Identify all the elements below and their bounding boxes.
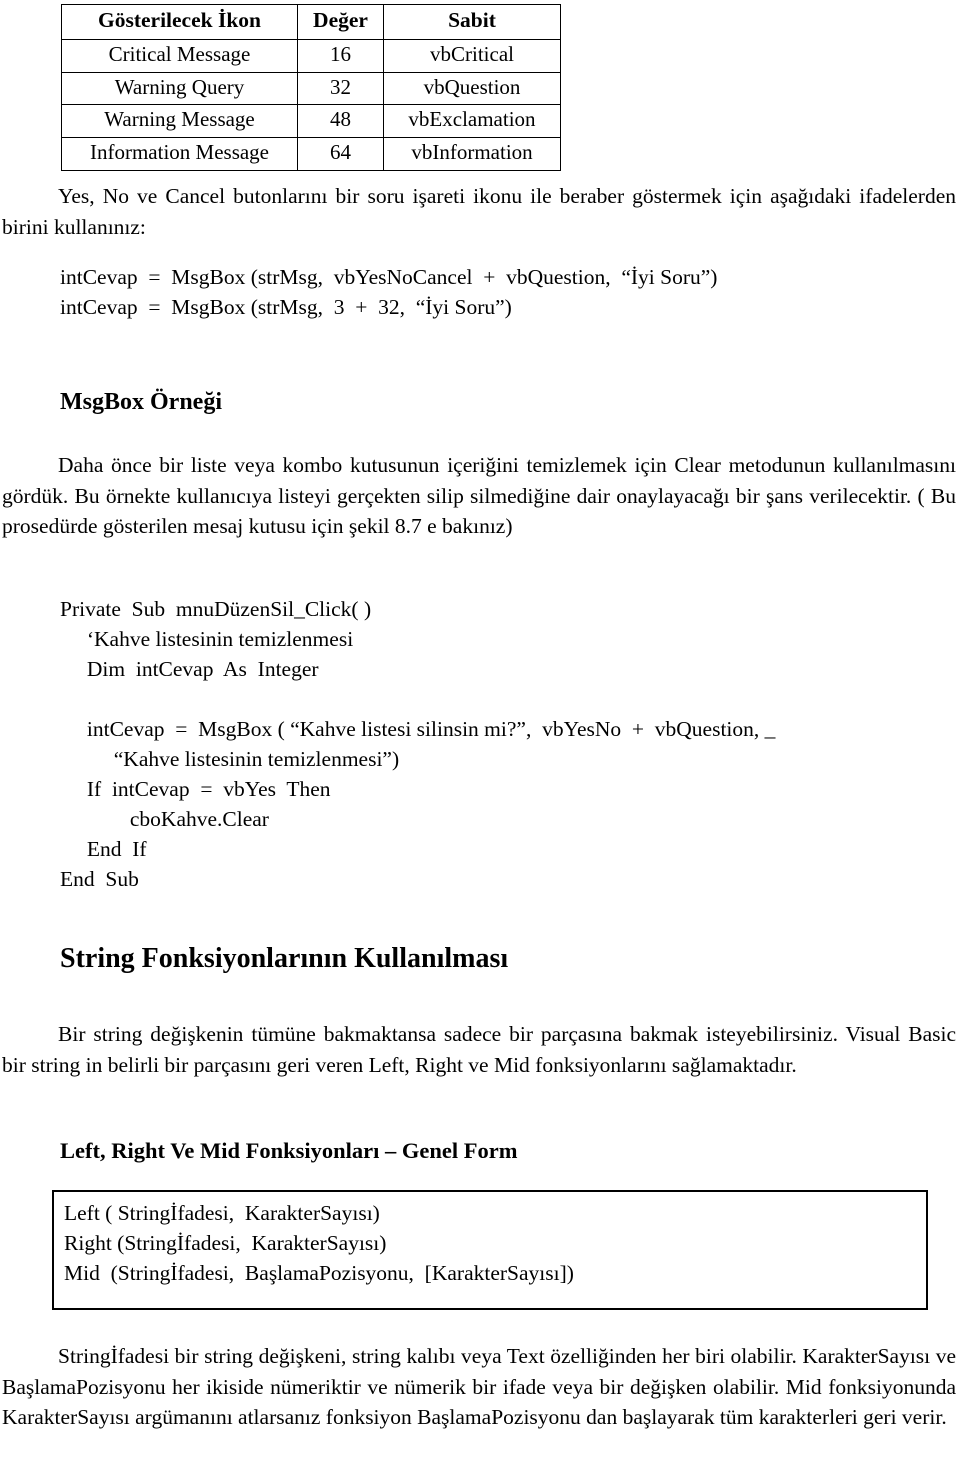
table-row: Information Message 64 vbInformation — [61, 137, 561, 172]
syntax-box: Left ( Stringİfadesi, KarakterSayısı) Ri… — [52, 1190, 928, 1310]
table-row: Warning Query 32 vbQuestion — [61, 71, 561, 106]
table-header-row: Gösterilecek İkon Değer Sabit — [61, 4, 561, 40]
table: Gösterilecek İkon Değer Sabit Critical M… — [61, 4, 561, 172]
column-header-value: Değer — [297, 4, 384, 40]
cell-constant: vbQuestion — [383, 71, 561, 106]
cell-value: 48 — [297, 104, 384, 139]
msgbox-example-paragraph: Daha önce bir liste veya kombo kutusunun… — [2, 453, 956, 538]
cell-constant: vbCritical — [383, 38, 561, 73]
closing-paragraph: Stringİfadesi bir string değişkeni, stri… — [2, 1344, 956, 1429]
cell-constant: vbInformation — [383, 137, 561, 172]
general-form-heading: Left, Right Ve Mid Fonksiyonları – Genel… — [60, 1138, 518, 1163]
cell-icon: Critical Message — [61, 38, 298, 73]
cell-icon: Warning Message — [61, 104, 298, 139]
cell-icon: Warning Query — [61, 71, 298, 106]
column-header-constant: Sabit — [383, 4, 561, 40]
general-form-syntax: Left ( Stringİfadesi, KarakterSayısı) Ri… — [64, 1201, 574, 1285]
cell-icon: Information Message — [61, 137, 298, 172]
msgbox-example-heading: MsgBox Örneği — [60, 389, 222, 415]
table-row: Critical Message 16 vbCritical — [61, 38, 561, 73]
table-row: Warning Message 48 vbExclamation — [61, 104, 561, 139]
string-functions-heading: String Fonksiyonlarının Kullanılması — [60, 943, 509, 974]
intro-code-sample: intCevap = MsgBox (strMsg, vbYesNoCancel… — [60, 265, 718, 319]
string-functions-paragraph: Bir string değişkenin tümüne bakmaktansa… — [2, 1022, 956, 1077]
intro-paragraph: Yes, No ve Cancel butonlarını bir soru i… — [2, 184, 956, 239]
msgbox-icon-constants-table: Gösterilecek İkon Değer Sabit Critical M… — [61, 4, 561, 172]
cell-value: 32 — [297, 71, 384, 106]
column-header-icon: Gösterilecek İkon — [61, 4, 298, 40]
cell-value: 16 — [297, 38, 384, 73]
msgbox-example-code-sample: Private Sub mnuDüzenSil_Click( ) ‘Kahve … — [60, 597, 776, 891]
cell-constant: vbExclamation — [383, 104, 561, 139]
cell-value: 64 — [297, 137, 384, 172]
